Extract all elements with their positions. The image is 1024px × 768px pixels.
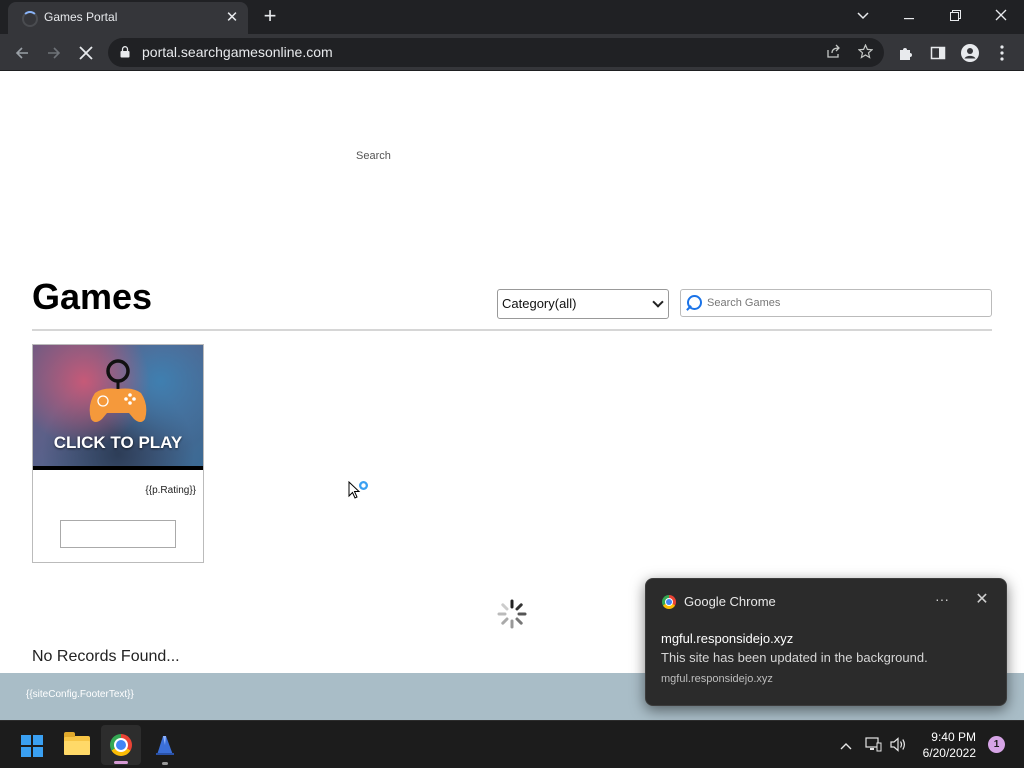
volume-icon[interactable] — [888, 735, 908, 755]
extensions-puzzle-icon[interactable] — [892, 39, 920, 67]
windows-logo-icon — [21, 735, 43, 757]
browser-toolbar: portal.searchgamesonline.com — [0, 34, 1024, 71]
active-indicator — [114, 761, 128, 764]
chevron-down-icon — [652, 296, 664, 308]
desktop-screen: Games Portal ✕ + portal.searchgamesonlin… — [0, 0, 1024, 768]
folder-icon — [64, 732, 90, 755]
busy-cursor-icon — [348, 481, 368, 499]
profile-avatar-icon[interactable] — [956, 39, 984, 67]
restore-button[interactable] — [932, 0, 978, 32]
game-rating: {{p.Rating}} — [145, 485, 196, 496]
chrome-notification[interactable]: Google Chrome ··· ✕ mgful.responsidejo.x… — [645, 578, 1007, 706]
forward-button[interactable] — [40, 39, 68, 67]
url-text[interactable]: portal.searchgamesonline.com — [142, 44, 333, 60]
notification-body: This site has been updated in the backgr… — [661, 650, 928, 665]
browser-tab-strip: Games Portal ✕ + — [0, 0, 1024, 34]
stop-loading-button[interactable] — [72, 39, 100, 67]
loading-spinner-icon — [497, 599, 527, 629]
running-indicator — [162, 762, 168, 765]
start-button[interactable] — [12, 725, 52, 765]
search-icon — [687, 295, 702, 310]
windows-taskbar: 9:40 PM 6/20/2022 1 — [0, 720, 1024, 768]
search-games-input[interactable] — [707, 295, 987, 311]
thumbnail-underline — [33, 466, 203, 470]
notification-source: mgful.responsidejo.xyz — [661, 673, 773, 685]
network-icon[interactable] — [863, 735, 883, 755]
address-bar[interactable]: portal.searchgamesonline.com — [108, 38, 884, 67]
clock-time: 9:40 PM — [931, 730, 976, 744]
footer-text: {{siteConfig.FooterText}} — [26, 689, 134, 700]
new-tab-button[interactable]: + — [258, 5, 282, 29]
game-card[interactable]: CLICK TO PLAY {{p.Rating}} — [32, 344, 204, 563]
game-thumbnail[interactable]: CLICK TO PLAY — [33, 345, 203, 466]
close-icon[interactable]: ✕ — [972, 591, 992, 609]
tab-close-icon[interactable]: ✕ — [222, 8, 242, 28]
header-divider — [32, 329, 992, 331]
close-window-button[interactable] — [978, 0, 1024, 32]
category-select-value: Category(all) — [502, 296, 577, 311]
minimize-button[interactable] — [886, 0, 932, 32]
page-title: Games — [32, 276, 153, 317]
tab-loading-icon — [22, 11, 38, 27]
app-icon — [156, 736, 174, 755]
taskbar-clock[interactable]: 9:40 PM 6/20/2022 — [912, 729, 976, 761]
no-records-message: No Records Found... — [32, 648, 180, 665]
show-hidden-icons-chevron-icon[interactable] — [836, 735, 856, 755]
side-panel-icon[interactable] — [924, 39, 952, 67]
file-explorer-button[interactable] — [57, 725, 97, 765]
notification-count-badge[interactable]: 1 — [988, 736, 1005, 753]
share-icon[interactable] — [822, 41, 844, 63]
more-options-icon[interactable]: ··· — [932, 591, 952, 609]
tab-search-chevron-icon[interactable] — [840, 0, 886, 32]
notification-title: mgful.responsidejo.xyz — [661, 631, 794, 646]
lock-icon[interactable] — [120, 46, 130, 58]
bookmark-star-icon[interactable] — [854, 41, 876, 63]
tab-title: Games Portal — [44, 10, 118, 24]
chrome-menu-icon[interactable] — [988, 39, 1016, 67]
search-games-box[interactable] — [680, 289, 992, 317]
chrome-icon — [110, 734, 132, 756]
notification-app-name: Google Chrome — [684, 594, 776, 609]
chrome-logo-icon — [662, 595, 676, 609]
back-button[interactable] — [8, 39, 36, 67]
search-link[interactable]: Search — [356, 150, 391, 162]
app-taskbar-button[interactable] — [145, 725, 185, 765]
category-select[interactable]: Category(all) — [497, 289, 669, 319]
clock-date: 6/20/2022 — [922, 746, 976, 760]
chrome-taskbar-button[interactable] — [101, 725, 141, 765]
browser-tab[interactable]: Games Portal ✕ — [8, 2, 248, 34]
click-to-play-label: CLICK TO PLAY — [53, 433, 183, 452]
play-button[interactable] — [60, 520, 176, 548]
